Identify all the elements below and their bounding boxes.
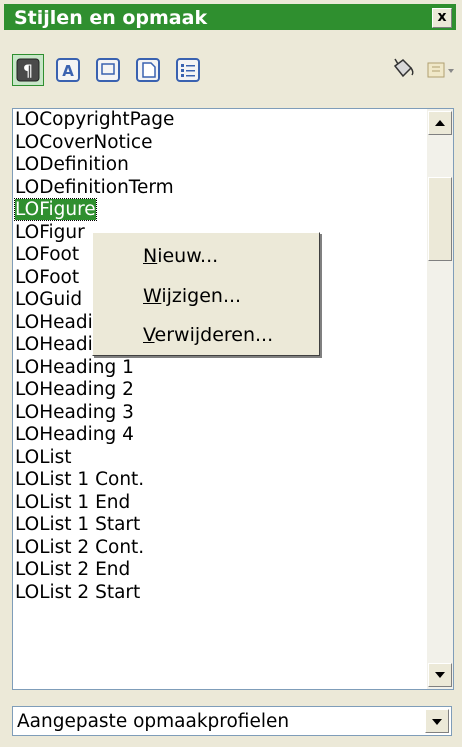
arrow-up-icon — [435, 120, 445, 126]
styles-listbox[interactable]: LOCopyrightPage LOCoverNotice LODefiniti… — [12, 108, 454, 690]
filter-dropdown[interactable]: Aangepaste opmaakprofielen — [12, 706, 452, 736]
list-item[interactable]: LOCoverNotice — [13, 132, 423, 155]
fill-format-mode-icon — [393, 58, 414, 78]
filter-dropdown-button[interactable] — [425, 709, 449, 733]
list-item[interactable]: LOList 1 Cont. — [13, 469, 423, 492]
page-styles-icon — [136, 58, 160, 82]
vertical-scrollbar[interactable] — [427, 109, 453, 689]
styles-list: LOCopyrightPage LOCoverNotice LODefiniti… — [13, 109, 423, 604]
new-style-button[interactable] — [422, 54, 458, 86]
close-button[interactable]: x — [432, 8, 452, 28]
chevron-down-icon — [432, 719, 442, 725]
scroll-up-button[interactable] — [428, 111, 452, 135]
list-item[interactable]: LOCopyrightPage — [13, 109, 423, 132]
list-item[interactable]: LOHeading 4 — [13, 424, 423, 447]
list-item[interactable]: LOList 2 Start — [13, 582, 423, 605]
new-style-from-selection-icon — [427, 62, 454, 78]
menu-item-modify[interactable]: Wijzigen... — [143, 285, 241, 307]
selected-list-item[interactable]: LOFigure — [13, 198, 423, 222]
panel-title: Stijlen en opmaak — [14, 7, 208, 29]
context-menu: Nieuw... Wijzigen... Verwijderen... — [92, 232, 320, 356]
list-item[interactable]: LOList 2 End — [13, 559, 423, 582]
character-styles-icon: A — [56, 58, 80, 82]
fill-format-mode-button[interactable] — [386, 54, 418, 86]
character-styles-button[interactable]: A — [52, 54, 84, 86]
list-item[interactable]: LOList — [13, 447, 423, 470]
page-styles-button[interactable] — [132, 54, 164, 86]
svg-text:¶: ¶ — [23, 61, 33, 80]
list-item[interactable]: LOList 2 Cont. — [13, 537, 423, 560]
svg-text:A: A — [62, 62, 74, 80]
frame-styles-icon — [96, 58, 120, 82]
paragraph-styles-button[interactable]: ¶ — [12, 54, 44, 86]
list-item[interactable]: LOHeading 3 — [13, 402, 423, 425]
close-icon: x — [437, 9, 447, 25]
list-item[interactable]: LOList 1 Start — [13, 514, 423, 537]
scroll-thumb[interactable] — [428, 177, 452, 261]
list-styles-button[interactable] — [172, 54, 204, 86]
scroll-down-button[interactable] — [428, 663, 452, 687]
list-item[interactable]: LOHeading 2 — [13, 379, 423, 402]
filter-value: Aangepaste opmaakprofielen — [17, 711, 290, 732]
frame-styles-button[interactable] — [92, 54, 124, 86]
arrow-down-icon — [435, 672, 445, 678]
paragraph-styles-icon: ¶ — [12, 54, 44, 86]
list-styles-icon — [176, 58, 200, 82]
list-item[interactable]: LOHeading 1 — [13, 357, 423, 380]
menu-item-new[interactable]: Nieuw... — [143, 245, 218, 267]
menu-item-delete[interactable]: Verwijderen... — [143, 324, 273, 346]
panel-title-bar: Stijlen en opmaak x — [4, 4, 456, 30]
list-item[interactable]: LOList 1 End — [13, 492, 423, 515]
list-item[interactable]: LODefinitionTerm — [13, 177, 423, 200]
style-toolbar: ¶ A — [4, 32, 456, 102]
list-item[interactable]: LODefinition — [13, 154, 423, 177]
